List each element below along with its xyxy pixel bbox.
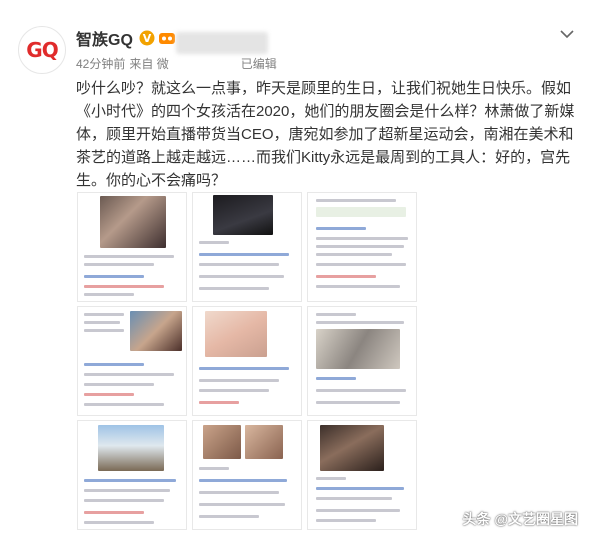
vip-badge-icon <box>158 33 175 44</box>
svg-text:V: V <box>143 32 152 45</box>
image-thumbnail-9[interactable] <box>307 420 417 530</box>
blurred-region <box>176 32 268 54</box>
post-meta: 42分钟前 来自 微 已编辑 <box>76 55 277 72</box>
image-thumbnail-4[interactable] <box>77 306 187 416</box>
post-time[interactable]: 42分钟前 <box>76 55 125 72</box>
post-source: 来自 微 <box>129 57 169 71</box>
verified-icon: V <box>139 30 155 46</box>
image-grid <box>77 192 417 530</box>
image-thumbnail-3[interactable] <box>307 192 417 302</box>
avatar[interactable]: GQ <box>18 26 66 74</box>
image-thumbnail-8[interactable] <box>192 420 302 530</box>
author-name[interactable]: 智族GQ <box>76 26 133 50</box>
image-thumbnail-7[interactable] <box>77 420 187 530</box>
image-thumbnail-6[interactable] <box>307 306 417 416</box>
avatar-logo: GQ <box>26 38 58 62</box>
post-body: 吵什么吵？就这么一点事，昨天是顾里的生日，让我们祝她生日快乐。假如《小时代》的四… <box>76 80 575 189</box>
watermark: 头条 @文艺圈星图 <box>462 511 578 527</box>
image-thumbnail-2[interactable] <box>192 192 302 302</box>
chevron-down-icon[interactable] <box>559 26 575 42</box>
image-thumbnail-5[interactable] <box>192 306 302 416</box>
post-header: GQ 智族GQ V 42分钟前 来自 微 已编辑 <box>18 26 581 76</box>
edited-label: 已编辑 <box>240 57 277 71</box>
image-thumbnail-1[interactable] <box>77 192 187 302</box>
author-row: 智族GQ V <box>76 26 176 50</box>
